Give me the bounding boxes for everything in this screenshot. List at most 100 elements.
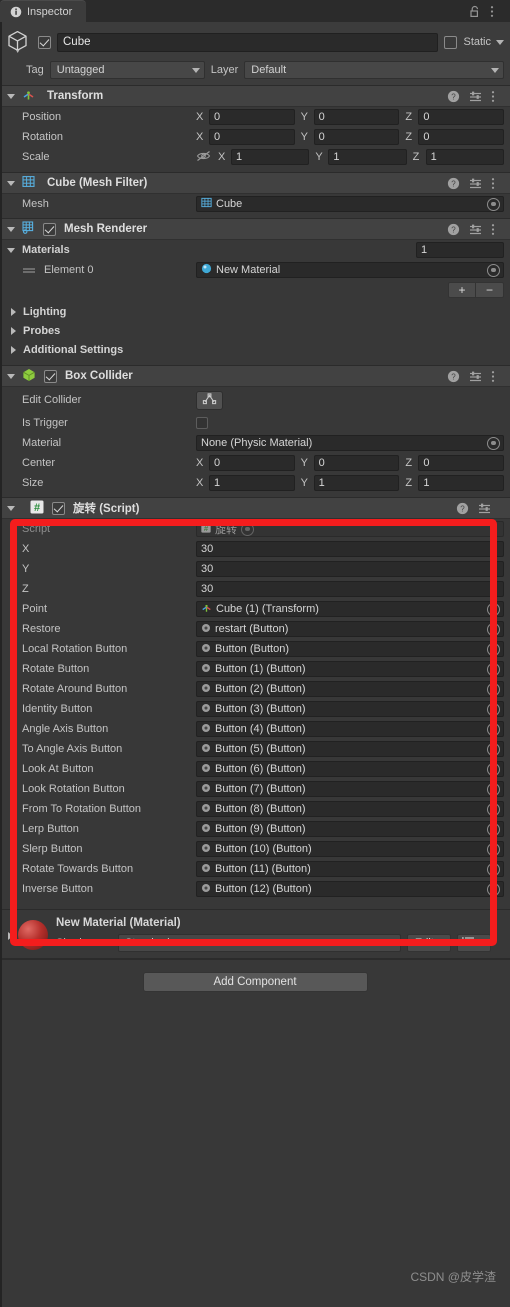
preset-icon[interactable] (478, 502, 491, 515)
mesh-object-field[interactable]: Cube (196, 196, 504, 212)
add-component-button[interactable]: Add Component (142, 972, 368, 992)
foldout-toggle[interactable] (6, 93, 16, 99)
material-preset-button[interactable] (457, 934, 491, 952)
script-y-field[interactable]: 30 (196, 561, 504, 577)
position-x-field[interactable]: 0 (209, 109, 295, 125)
object-picker-icon[interactable] (487, 782, 500, 796)
size-z-field[interactable]: 1 (418, 475, 505, 491)
script-object-row-field[interactable]: Button (2) (Button) (196, 681, 504, 697)
tab-inspector[interactable]: Inspector (0, 0, 87, 22)
object-picker-icon[interactable] (487, 436, 500, 450)
kebab-menu-icon[interactable] (491, 90, 504, 103)
script-object-row-field[interactable]: Button (12) (Button) (196, 881, 504, 897)
script-object-row-field[interactable]: Button (3) (Button) (196, 701, 504, 717)
script-object-row-field[interactable]: Button (Button) (196, 641, 504, 657)
script-object-row-field[interactable]: Button (11) (Button) (196, 861, 504, 877)
rotation-y-field[interactable]: 0 (313, 129, 400, 145)
scale-z-field[interactable]: 1 (425, 149, 504, 165)
object-picker-icon[interactable] (487, 882, 500, 896)
script-x-field[interactable]: 30 (196, 541, 504, 557)
kebab-menu-icon[interactable] (491, 223, 504, 236)
preset-icon[interactable] (469, 223, 482, 236)
element0-object-field[interactable]: New Material (196, 262, 504, 278)
materials-size-field[interactable]: 1 (416, 242, 504, 258)
script-object-row-field[interactable]: Button (6) (Button) (196, 761, 504, 777)
object-picker-icon[interactable] (487, 197, 500, 211)
object-picker-icon[interactable] (487, 762, 500, 776)
foldout-toggle[interactable] (2, 914, 18, 940)
script-object-row-field[interactable]: Button (7) (Button) (196, 781, 504, 797)
lock-open-icon[interactable] (469, 5, 481, 18)
script-z-field[interactable]: 30 (196, 581, 504, 597)
object-picker-icon[interactable] (487, 802, 500, 816)
object-picker-icon[interactable] (487, 682, 500, 696)
kebab-menu-icon[interactable] (490, 5, 502, 18)
object-picker-icon[interactable] (487, 742, 500, 756)
object-picker-icon[interactable] (487, 263, 500, 277)
kebab-menu-icon[interactable] (491, 370, 504, 383)
rotation-z-field[interactable]: 0 (418, 129, 505, 145)
kebab-menu-icon[interactable] (491, 916, 504, 929)
kebab-menu-icon[interactable] (491, 177, 504, 190)
edit-collider-button[interactable] (196, 390, 223, 410)
foldout-toggle[interactable] (6, 180, 16, 186)
help-icon[interactable]: ? (447, 90, 460, 103)
preset-icon[interactable] (469, 177, 482, 190)
scale-x-field[interactable]: 1 (231, 149, 310, 165)
script-object-row-field[interactable]: Button (10) (Button) (196, 841, 504, 857)
object-picker-icon[interactable] (487, 822, 500, 836)
object-picker-icon[interactable] (487, 702, 500, 716)
script-object-row-field[interactable]: Button (4) (Button) (196, 721, 504, 737)
center-y-field[interactable]: 0 (313, 455, 400, 471)
layer-dropdown[interactable]: Default (244, 61, 504, 79)
static-control[interactable]: Static (463, 36, 504, 48)
preset-icon[interactable] (469, 90, 482, 103)
help-icon[interactable]: ? (447, 223, 460, 236)
mesh-filter-header[interactable]: Cube (Mesh Filter) ? (0, 173, 510, 194)
script-object-row-field[interactable]: Button (1) (Button) (196, 661, 504, 677)
remove-element-button[interactable]: − (476, 282, 504, 298)
foldout-toggle[interactable] (6, 505, 16, 511)
object-picker-icon[interactable] (487, 662, 500, 676)
mesh-renderer-enabled-checkbox[interactable] (43, 222, 56, 236)
center-z-field[interactable]: 0 (418, 455, 505, 471)
position-z-field[interactable]: 0 (418, 109, 505, 125)
script-enabled-checkbox[interactable] (52, 501, 65, 515)
box-collider-header[interactable]: Box Collider ? (0, 366, 510, 387)
shader-edit-button[interactable]: Edit... (406, 934, 451, 952)
tag-dropdown[interactable]: Untagged (49, 61, 205, 79)
script-object-row-field[interactable]: Button (9) (Button) (196, 821, 504, 837)
mesh-renderer-header[interactable]: Mesh Renderer ? (0, 219, 510, 240)
additional-settings-foldout[interactable]: Additional Settings (0, 340, 510, 359)
materials-foldout-row[interactable]: Materials 1 (0, 240, 510, 260)
drag-handle-icon[interactable] (22, 263, 44, 277)
object-picker-icon[interactable] (487, 842, 500, 856)
foldout-toggle[interactable] (6, 373, 16, 379)
help-icon[interactable]: ? (447, 177, 460, 190)
shader-dropdown[interactable]: Standard (118, 934, 401, 952)
help-icon[interactable]: ? (447, 370, 460, 383)
script-object-row-field[interactable]: Button (8) (Button) (196, 801, 504, 817)
object-picker-icon[interactable] (487, 622, 500, 636)
foldout-toggle[interactable] (0, 247, 22, 253)
rotation-x-field[interactable]: 0 (209, 129, 295, 145)
script-object-row-field[interactable]: Button (5) (Button) (196, 741, 504, 757)
script-object-row-field[interactable]: Cube (1) (Transform) (196, 601, 504, 617)
add-element-button[interactable]: + (448, 282, 476, 298)
is-trigger-checkbox[interactable] (196, 417, 208, 429)
object-picker-icon[interactable] (487, 862, 500, 876)
script-object-row-field[interactable]: restart (Button) (196, 621, 504, 637)
object-picker-icon[interactable] (487, 602, 500, 616)
lighting-foldout[interactable]: Lighting (0, 302, 510, 321)
physic-material-object-field[interactable]: None (Physic Material) (196, 435, 504, 451)
size-y-field[interactable]: 1 (313, 475, 400, 491)
help-icon[interactable]: ? (456, 502, 469, 515)
foldout-toggle[interactable] (6, 226, 16, 232)
gameobject-enabled-checkbox[interactable] (38, 35, 51, 49)
center-x-field[interactable]: 0 (209, 455, 295, 471)
static-checkbox[interactable] (444, 35, 458, 49)
position-y-field[interactable]: 0 (313, 109, 400, 125)
probes-foldout[interactable]: Probes (0, 321, 510, 340)
preset-icon[interactable] (469, 370, 482, 383)
transform-header[interactable]: Transform ? (0, 86, 510, 107)
